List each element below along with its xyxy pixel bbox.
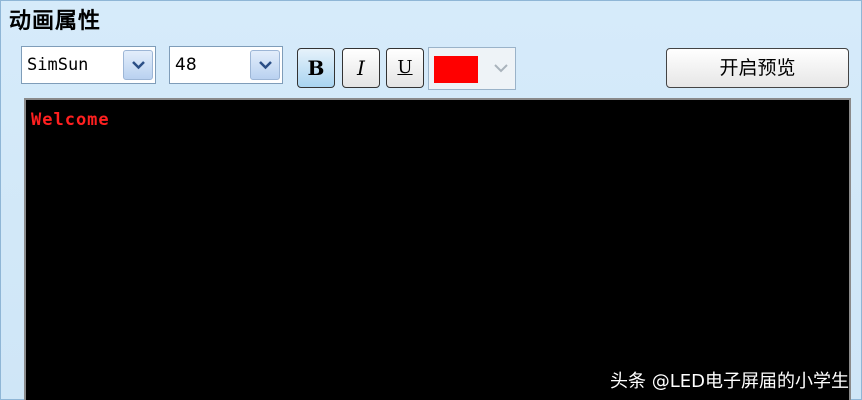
color-swatch: [434, 56, 478, 83]
preview-canvas: Welcome: [24, 98, 851, 400]
chevron-down-icon[interactable]: [123, 50, 153, 80]
text-color-select[interactable]: [428, 47, 516, 90]
panel-title: 动画属性: [9, 9, 102, 34]
preview-text: Welcome: [31, 110, 110, 130]
watermark-text: 头条 @LED电子屏届的小学生: [610, 371, 849, 392]
font-size-select[interactable]: 48: [169, 46, 283, 84]
chevron-down-icon[interactable]: [250, 50, 280, 80]
bold-button[interactable]: B: [297, 48, 335, 88]
italic-button[interactable]: I: [342, 48, 380, 88]
start-preview-button[interactable]: 开启预览: [666, 48, 849, 88]
underline-button[interactable]: U: [386, 48, 424, 88]
font-size-value: 48: [175, 55, 197, 75]
animation-properties-panel: 动画属性 SimSun 48 B I U 开启预览 Welcome 头条 @LE…: [0, 0, 862, 400]
font-family-select[interactable]: SimSun: [21, 46, 156, 84]
chevron-down-icon[interactable]: [493, 62, 509, 74]
font-family-value: SimSun: [27, 55, 89, 75]
